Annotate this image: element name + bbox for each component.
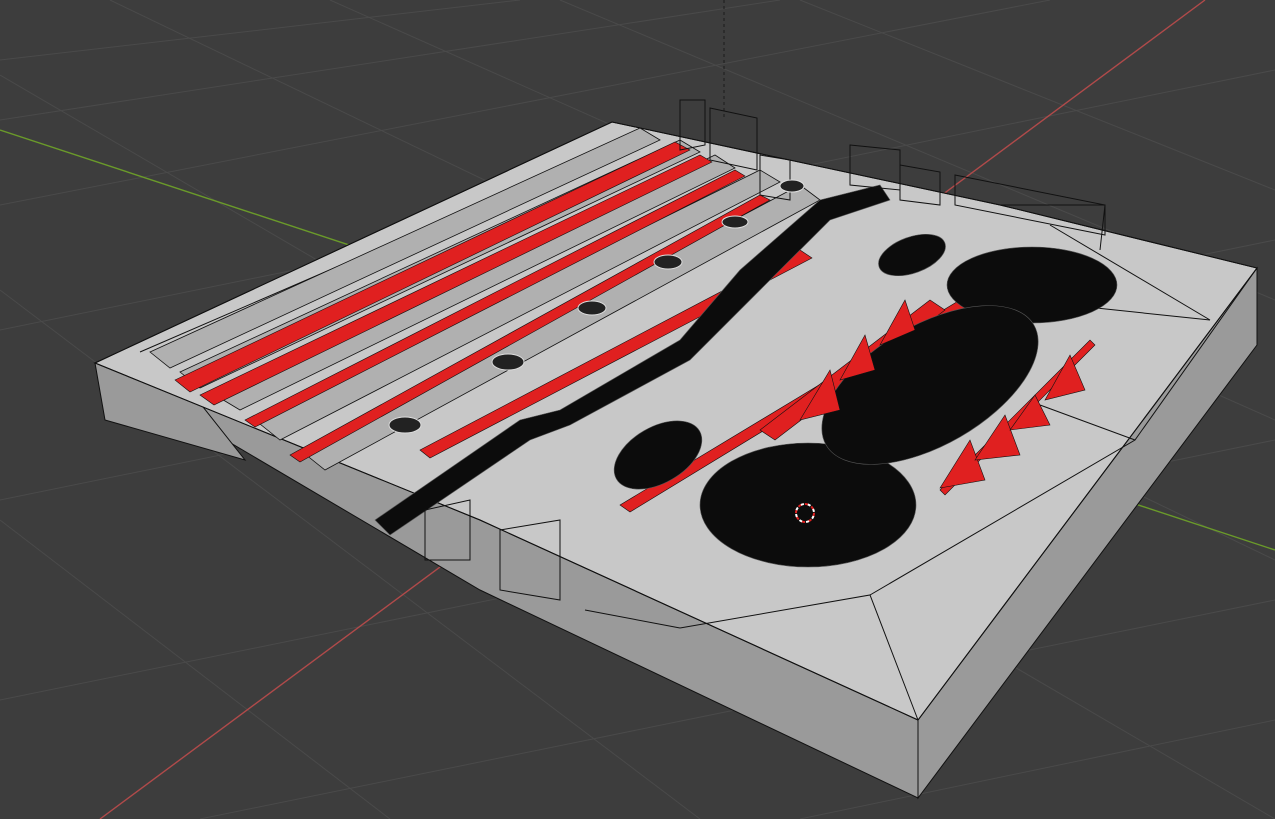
viewport-canvas[interactable] xyxy=(0,0,1275,819)
3d-viewport[interactable] xyxy=(0,0,1275,819)
